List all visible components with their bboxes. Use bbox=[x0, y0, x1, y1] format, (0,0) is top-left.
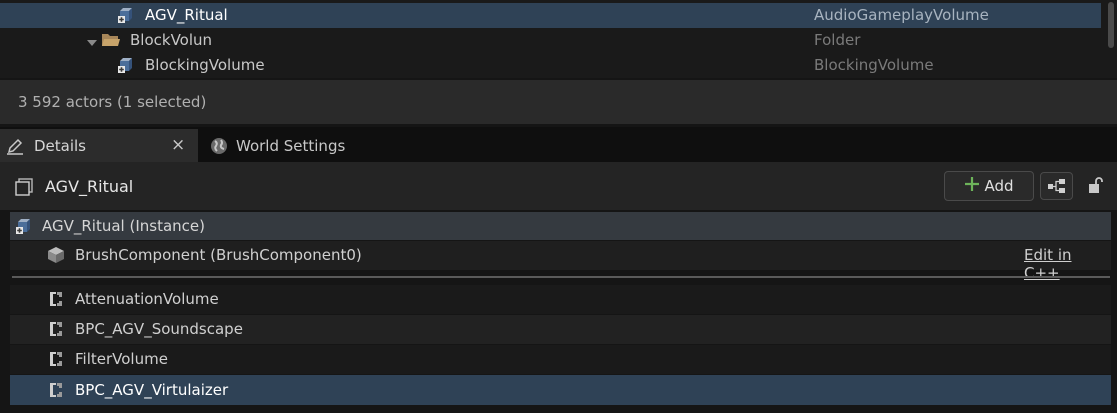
class-icon bbox=[48, 350, 64, 372]
plus-icon bbox=[964, 176, 980, 196]
outliner-row-type: Folder bbox=[814, 31, 861, 49]
tab-world-settings[interactable]: World Settings bbox=[200, 129, 380, 162]
component-row-brush[interactable]: BrushComponent (BrushComponent0) Edit in… bbox=[10, 241, 1111, 282]
component-label: AttenuationVolume bbox=[75, 290, 219, 308]
tab-bar: Details × World Settings bbox=[0, 127, 1117, 162]
actor-count-status: 3 592 actors (1 selected) bbox=[18, 93, 207, 111]
outliner-row-type: AudioGameplayVolume bbox=[814, 6, 989, 24]
hierarchy-icon bbox=[1047, 179, 1065, 193]
class-icon bbox=[48, 381, 64, 403]
blueprint-hierarchy-button[interactable] bbox=[1040, 172, 1073, 200]
component-row-filtervolume[interactable]: FilterVolume bbox=[10, 345, 1111, 374]
component-row-bpc-agv-soundscape[interactable]: BPC_AGV_Soundscape bbox=[10, 315, 1111, 344]
component-separator bbox=[12, 276, 1110, 278]
actor-icon bbox=[14, 177, 34, 201]
cube-icon bbox=[47, 246, 65, 268]
pencil-icon bbox=[6, 137, 24, 159]
outliner-row-label: BlockingVolume bbox=[145, 56, 265, 74]
close-icon[interactable]: × bbox=[171, 135, 185, 155]
component-label: FilterVolume bbox=[75, 350, 168, 368]
chevron-down-icon[interactable] bbox=[86, 35, 98, 53]
component-row-attenuationvolume[interactable]: AttenuationVolume bbox=[10, 285, 1111, 314]
component-label: BPC_AGV_Virtulaizer bbox=[75, 381, 229, 399]
component-tree: AGV_Ritual (Instance) BrushComponent (Br… bbox=[0, 210, 1117, 413]
outliner-row-type: BlockingVolume bbox=[814, 56, 934, 74]
class-icon bbox=[48, 290, 64, 312]
outliner-list: AGV_Ritual AudioGameplayVolume BlockVolu… bbox=[0, 0, 1117, 78]
scrollbar-thumb[interactable] bbox=[1108, 2, 1114, 48]
outliner-row-blockingvolume[interactable]: BlockingVolume BlockingVolume bbox=[0, 53, 1101, 78]
outliner-status-bar: 3 592 actors (1 selected) bbox=[0, 80, 1117, 124]
outliner-row-label: BlockVolun bbox=[130, 31, 213, 49]
tab-details[interactable]: Details × bbox=[0, 129, 198, 162]
volume-icon bbox=[117, 6, 135, 28]
outliner-row-agv-ritual[interactable]: AGV_Ritual AudioGameplayVolume bbox=[0, 3, 1101, 28]
volume-icon bbox=[15, 217, 33, 239]
class-icon bbox=[48, 320, 64, 342]
tab-label: World Settings bbox=[236, 137, 346, 155]
component-label: AGV_Ritual (Instance) bbox=[42, 217, 205, 235]
tab-label: Details bbox=[34, 137, 87, 155]
volume-icon bbox=[117, 56, 135, 78]
component-label: BPC_AGV_Soundscape bbox=[75, 320, 243, 338]
outliner-scrollbar[interactable] bbox=[1105, 0, 1117, 76]
actor-name: AGV_Ritual bbox=[45, 177, 134, 196]
component-row-bpc-agv-virtulaizer[interactable]: BPC_AGV_Virtulaizer bbox=[10, 375, 1111, 405]
component-row-instance[interactable]: AGV_Ritual (Instance) bbox=[10, 212, 1111, 240]
component-label: BrushComponent (BrushComponent0) bbox=[75, 246, 362, 264]
outliner-row-blockvolun[interactable]: BlockVolun Folder bbox=[0, 28, 1101, 53]
add-component-button[interactable]: Add bbox=[944, 171, 1034, 201]
details-header: AGV_Ritual Add bbox=[0, 162, 1117, 210]
globe-icon bbox=[210, 137, 228, 159]
lock-icon[interactable] bbox=[1087, 176, 1105, 200]
add-button-label: Add bbox=[984, 177, 1014, 195]
outliner-row-label: AGV_Ritual bbox=[145, 6, 228, 24]
folder-icon bbox=[101, 31, 121, 53]
